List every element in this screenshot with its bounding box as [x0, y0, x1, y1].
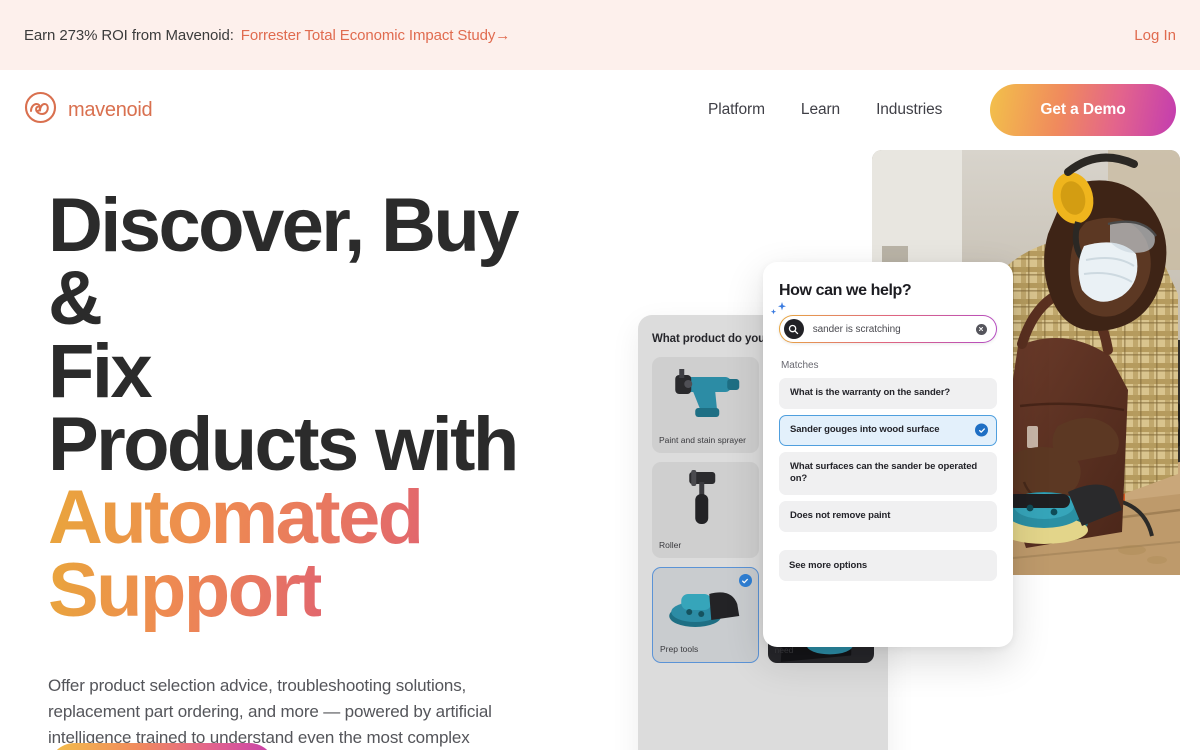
match-item-label: Sander gouges into wood surface: [790, 423, 940, 435]
headline-gradient-line-2: Support: [48, 547, 324, 633]
paint-roller-icon: [652, 466, 759, 530]
product-tile-prep-tools[interactable]: Prep tools: [652, 567, 759, 663]
page-title: Discover, Buy & Fix Products with Automa…: [48, 188, 578, 629]
banner-study-link[interactable]: Forrester Total Economic Impact Study: [241, 27, 496, 44]
paint-sprayer-icon: [652, 361, 759, 425]
match-item-remove-paint[interactable]: Does not remove paint: [779, 501, 997, 533]
hero-copy: Discover, Buy & Fix Products with Automa…: [48, 188, 578, 750]
nav-item-industries[interactable]: Industries: [876, 101, 942, 119]
search-icon[interactable]: [783, 319, 804, 339]
match-item-warranty[interactable]: What is the warranty on the sander?: [779, 378, 997, 409]
see-more-options-button[interactable]: See more options: [779, 550, 997, 582]
matches-label: Matches: [781, 360, 819, 371]
help-chat-widget: How can we help? sander is scratching Ma…: [763, 262, 1013, 647]
product-tile-label: Prep tools: [660, 644, 699, 655]
nav-item-learn[interactable]: Learn: [801, 101, 840, 119]
check-circle-icon: [975, 423, 988, 437]
nav-item-platform[interactable]: Platform: [708, 101, 765, 119]
chat-widget-title: How can we help?: [779, 282, 912, 299]
match-item-surfaces[interactable]: What surfaces can the sander be operated…: [779, 451, 997, 496]
mavenoid-circle-mark-icon: [24, 91, 57, 129]
nav-links: Platform Learn Industries: [708, 101, 942, 119]
hero-section: Discover, Buy & Fix Products with Automa…: [0, 150, 1200, 750]
headline-line-1: Discover, Buy &: [48, 183, 519, 341]
logo-text: mavenoid: [68, 98, 153, 121]
product-tile-roller[interactable]: Roller: [652, 462, 759, 558]
product-tile-sprayer[interactable]: Paint and stain sprayer: [652, 357, 759, 453]
search-input[interactable]: sander is scratching: [779, 315, 997, 343]
hero-subcopy: Offer product selection advice, troubles…: [48, 675, 492, 748]
product-tile-label: Roller: [659, 540, 682, 551]
banner-text: Earn 273% ROI from Mavenoid:: [24, 26, 234, 44]
orbital-sander-icon: [653, 572, 758, 636]
match-item-gouges[interactable]: Sander gouges into wood surface: [779, 414, 997, 446]
arrow-right-icon: →: [495, 26, 511, 44]
announcement-banner: Earn 273% ROI from Mavenoid: Forrester T…: [0, 0, 1200, 70]
logo[interactable]: mavenoid: [24, 91, 153, 129]
product-tile-label: Paint and stain sprayer: [659, 435, 746, 446]
search-input-value: sander is scratching: [812, 323, 901, 335]
main-navbar: mavenoid Platform Learn Industries Get a…: [0, 70, 1200, 150]
clear-search-icon[interactable]: [975, 323, 987, 335]
get-a-demo-button[interactable]: Get a Demo: [990, 84, 1176, 136]
search-wrap: sander is scratching: [770, 302, 997, 343]
hero-visual: What product do you have? Paint and stai…: [620, 150, 1200, 750]
hero-get-a-demo-button[interactable]: Get a Demo: [48, 743, 276, 750]
login-link[interactable]: Log In: [1134, 27, 1176, 44]
